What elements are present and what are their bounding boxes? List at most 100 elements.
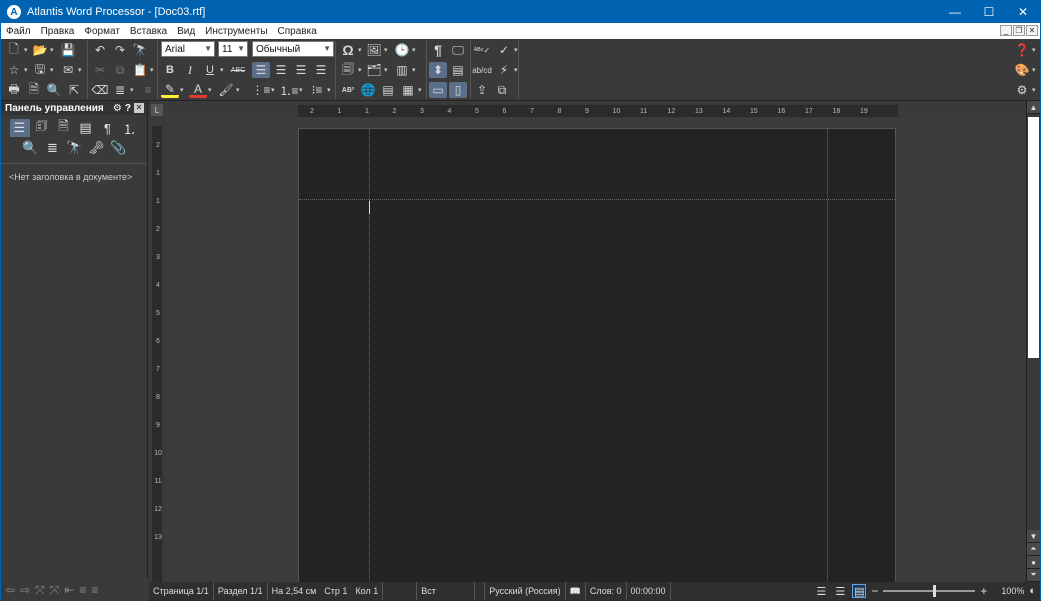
- spellcheck-icon[interactable]: ᴬᴮᶜ✓: [473, 42, 491, 58]
- doc-restore-button[interactable]: ❐: [1013, 25, 1025, 36]
- export-icon[interactable]: ⇱: [65, 82, 83, 98]
- line-spacing-icon[interactable]: ⋮≡: [252, 82, 271, 98]
- favorites-star-icon[interactable]: ☆: [5, 62, 23, 78]
- menu-insert[interactable]: Вставка: [125, 26, 172, 37]
- bookmarks-icon[interactable]: 🗊: [32, 118, 52, 137]
- numbered-list-icon[interactable]: ⒈≡: [280, 82, 299, 98]
- minimize-button[interactable]: —: [938, 1, 972, 23]
- format-painter-icon[interactable]: 🖌: [217, 82, 235, 98]
- outline-icon[interactable]: ☰: [9, 119, 30, 137]
- zoom-level[interactable]: 100%: [992, 586, 1024, 596]
- find-binoculars-icon[interactable]: 🔭: [131, 42, 149, 58]
- pilcrow-icon[interactable]: ¶: [429, 42, 447, 58]
- font-size-combo[interactable]: 11 ▼: [218, 41, 248, 57]
- columns-icon[interactable]: ▥: [393, 62, 411, 78]
- find-document-icon[interactable]: 🔍: [45, 82, 63, 98]
- autotext-icon[interactable]: 🗝: [87, 139, 107, 157]
- back-arrow-icon[interactable]: ⇦: [5, 583, 15, 597]
- paragraph-styles-icon[interactable]: ¶: [98, 119, 118, 137]
- next-page-icon[interactable]: ⏷: [1027, 569, 1040, 582]
- page-width-icon[interactable]: ▤: [449, 62, 467, 78]
- spell-options-icon[interactable]: ✓: [495, 42, 513, 58]
- italic-button[interactable]: I: [181, 62, 199, 78]
- status-language[interactable]: Русский (Россия): [485, 582, 566, 600]
- document-list-icon[interactable]: ▤: [76, 119, 96, 137]
- doc-close-button[interactable]: ✕: [1026, 25, 1038, 36]
- normal-view-icon[interactable]: ☰: [833, 584, 847, 598]
- zoom-out-icon[interactable]: −: [871, 584, 878, 598]
- superscript-button[interactable]: AB²: [339, 82, 357, 98]
- style-combo[interactable]: Обычный ▼: [252, 41, 334, 57]
- align-center-icon[interactable]: ☰: [272, 62, 290, 78]
- tab-stop-selector[interactable]: L: [151, 104, 163, 116]
- insert-object-icon[interactable]: ▤: [379, 82, 397, 98]
- list-menu-icon[interactable]: ≡: [139, 82, 157, 98]
- multilevel-list-icon[interactable]: ⁝≡: [308, 82, 326, 98]
- numbering-icon[interactable]: ⒈: [120, 119, 140, 137]
- menu-edit[interactable]: Правка: [36, 26, 80, 37]
- redo-icon[interactable]: ↷: [111, 42, 129, 58]
- new-document-icon[interactable]: 🗋: [5, 42, 23, 58]
- align-right-icon[interactable]: ☰: [292, 62, 310, 78]
- horizontal-ruler[interactable]: 2 1 1 2 3 4 5 6 7 8 9 10 11 12 13 14 15 16 17 18 19: [166, 104, 1026, 118]
- font-color-icon[interactable]: A: [189, 82, 207, 98]
- expand-icon[interactable]: ≡: [91, 583, 98, 597]
- maximize-button[interactable]: ☐: [972, 1, 1006, 23]
- customize-icon[interactable]: 🎨: [1013, 62, 1031, 78]
- align-menu-icon[interactable]: ≣: [111, 82, 129, 98]
- close-button[interactable]: ✕: [1006, 1, 1040, 23]
- status-insert-mode[interactable]: Вст: [417, 582, 476, 600]
- draft-view-icon[interactable]: ☰: [814, 584, 828, 598]
- word-count-icon[interactable]: ⧉: [493, 82, 511, 98]
- menu-view[interactable]: Вид: [172, 26, 200, 37]
- panel-help-icon[interactable]: ?: [125, 103, 131, 114]
- open-folder-icon[interactable]: 📂: [31, 42, 49, 58]
- help-icon[interactable]: ❓: [1013, 42, 1031, 58]
- menu-tools[interactable]: Инструменты: [200, 26, 272, 37]
- zoom-in-icon[interactable]: 🔍: [21, 139, 41, 157]
- copy-icon[interactable]: ⧉: [111, 62, 129, 78]
- cut-icon[interactable]: ✂: [91, 62, 109, 78]
- highlight-icon[interactable]: ✎: [161, 82, 179, 98]
- strikethrough-button[interactable]: ABC: [229, 62, 247, 78]
- omega-symbol-icon[interactable]: Ω: [339, 42, 357, 58]
- lines-icon[interactable]: ≣: [43, 139, 63, 157]
- zoom-slider[interactable]: [883, 585, 976, 597]
- scroll-down-icon[interactable]: ▼: [1027, 530, 1040, 543]
- side-panel-icon[interactable]: ▯: [449, 82, 467, 98]
- menu-format[interactable]: Формат: [79, 26, 125, 37]
- insert-page-icon[interactable]: 🗐: [339, 62, 357, 78]
- panel-settings-icon[interactable]: ⚙: [113, 103, 122, 114]
- upload-icon[interactable]: ⇪: [473, 82, 491, 98]
- browse-object-icon[interactable]: ●: [1027, 556, 1040, 569]
- layout-view-icon[interactable]: ▭: [429, 82, 447, 98]
- table-icon[interactable]: ▦: [399, 82, 417, 98]
- title-bar[interactable]: A Atlantis Word Processor - [Doc03.rtf] …: [1, 1, 1040, 23]
- vertical-ruler[interactable]: 2 1 1 2 3 4 5 6 7 8 9 10 11 12 13: [151, 126, 163, 582]
- globe-icon[interactable]: 🌐: [359, 82, 377, 98]
- promote-icon[interactable]: ⇤: [64, 583, 74, 597]
- screen-view-icon[interactable]: 🖵: [449, 42, 467, 58]
- print-preview-icon[interactable]: 🗎: [25, 82, 43, 98]
- align-justify-icon[interactable]: ☰: [312, 62, 330, 78]
- save-icon[interactable]: 💾: [59, 42, 77, 58]
- font-name-combo[interactable]: Arial ▼: [161, 41, 215, 57]
- document-page[interactable]: [298, 128, 896, 588]
- menu-help[interactable]: Справка: [273, 26, 322, 37]
- insert-image-icon[interactable]: 🖼: [365, 42, 383, 58]
- menu-file[interactable]: Файл: [1, 26, 36, 37]
- options-gear-icon[interactable]: ⚙: [1013, 82, 1031, 98]
- bold-button[interactable]: B: [161, 62, 179, 78]
- insert-file-icon[interactable]: 🗂: [365, 62, 383, 78]
- replace-icon[interactable]: ab/cd: [472, 62, 492, 78]
- zoom-in-plus-icon[interactable]: +: [980, 584, 987, 598]
- print-icon[interactable]: 🖶: [5, 82, 23, 98]
- email-icon[interactable]: ✉: [59, 62, 77, 78]
- delete-all-icon[interactable]: ⤧: [50, 583, 60, 598]
- prev-page-icon[interactable]: ⏶: [1027, 543, 1040, 556]
- fit-page-icon[interactable]: ⬍: [429, 62, 447, 78]
- scroll-up-icon[interactable]: ▲: [1027, 101, 1040, 114]
- page-list-icon[interactable]: 🗎: [54, 118, 74, 137]
- page-view-icon[interactable]: ▤: [852, 584, 867, 598]
- autocorrect-icon[interactable]: ⚡: [495, 62, 513, 78]
